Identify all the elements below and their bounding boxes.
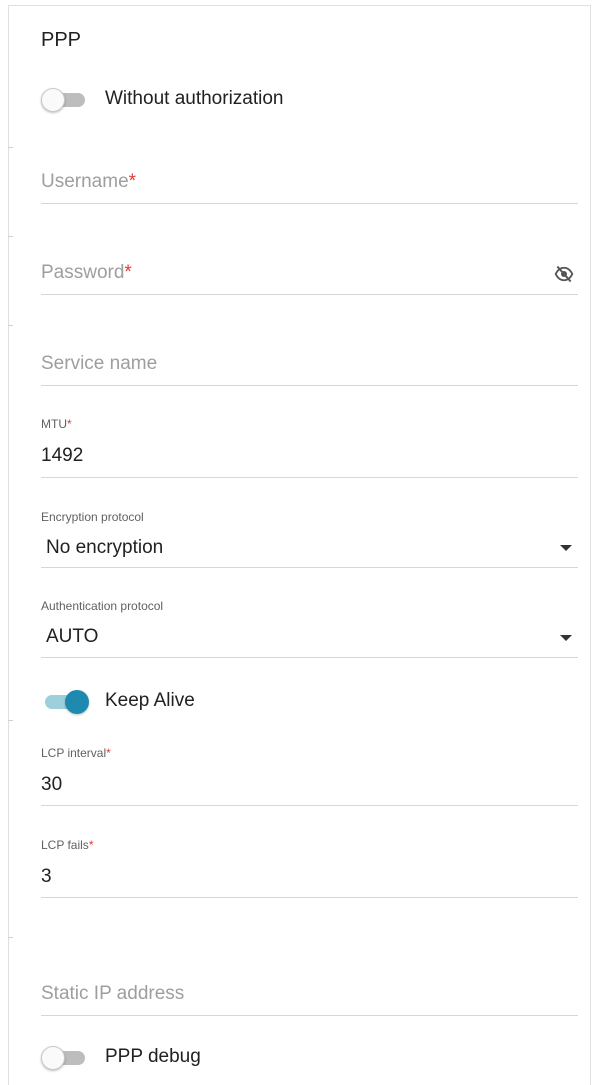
password-placeholder: Password*	[41, 262, 132, 283]
static-ip-address-field[interactable]: Static IP address	[41, 972, 578, 1016]
eye-slash-icon[interactable]	[554, 264, 574, 284]
mtu-label: MTU*	[41, 417, 72, 431]
lcp-fails-value: 3	[41, 866, 52, 887]
mtu-field[interactable]: MTU* 1492	[41, 414, 578, 478]
caret-down-icon	[560, 545, 572, 551]
divider-tick	[8, 720, 13, 721]
divider-tick	[8, 236, 13, 237]
static-ip-address-placeholder: Static IP address	[41, 983, 185, 1004]
lcp-interval-value: 30	[41, 774, 63, 795]
username-field[interactable]: Username*	[41, 160, 578, 204]
authentication-protocol-label: Authentication protocol	[41, 599, 164, 613]
encryption-protocol-select[interactable]: Encryption protocol No encryption	[41, 508, 578, 568]
lcp-fails-label: LCP fails*	[41, 838, 94, 852]
mtu-value: 1492	[41, 445, 84, 466]
ppp-debug-toggle[interactable]	[41, 1046, 85, 1070]
encryption-protocol-value: No encryption	[46, 537, 164, 558]
caret-down-icon	[560, 635, 572, 641]
keep-alive-toggle[interactable]	[41, 690, 89, 714]
toggle-thumb	[41, 1046, 65, 1070]
without-authorization-label: Without authorization	[105, 88, 284, 109]
without-authorization-toggle[interactable]	[41, 88, 85, 112]
username-placeholder: Username*	[41, 171, 137, 192]
section-title: PPP	[41, 29, 82, 51]
service-name-placeholder: Service name	[41, 353, 158, 374]
lcp-interval-label: LCP interval*	[41, 746, 111, 760]
authentication-protocol-select[interactable]: Authentication protocol AUTO	[41, 597, 578, 658]
password-field[interactable]: Password*	[41, 250, 578, 295]
encryption-protocol-label: Encryption protocol	[41, 510, 144, 524]
divider-tick	[8, 937, 13, 938]
lcp-fails-field[interactable]: LCP fails* 3	[41, 835, 578, 898]
toggle-thumb	[41, 88, 65, 112]
authentication-protocol-value: AUTO	[46, 626, 99, 647]
keep-alive-label: Keep Alive	[105, 690, 195, 711]
lcp-interval-field[interactable]: LCP interval* 30	[41, 743, 578, 806]
toggle-thumb	[65, 690, 89, 714]
ppp-debug-label: PPP debug	[105, 1046, 201, 1067]
divider-tick	[8, 147, 13, 148]
divider-tick	[8, 325, 13, 326]
service-name-field[interactable]: Service name	[41, 340, 578, 386]
